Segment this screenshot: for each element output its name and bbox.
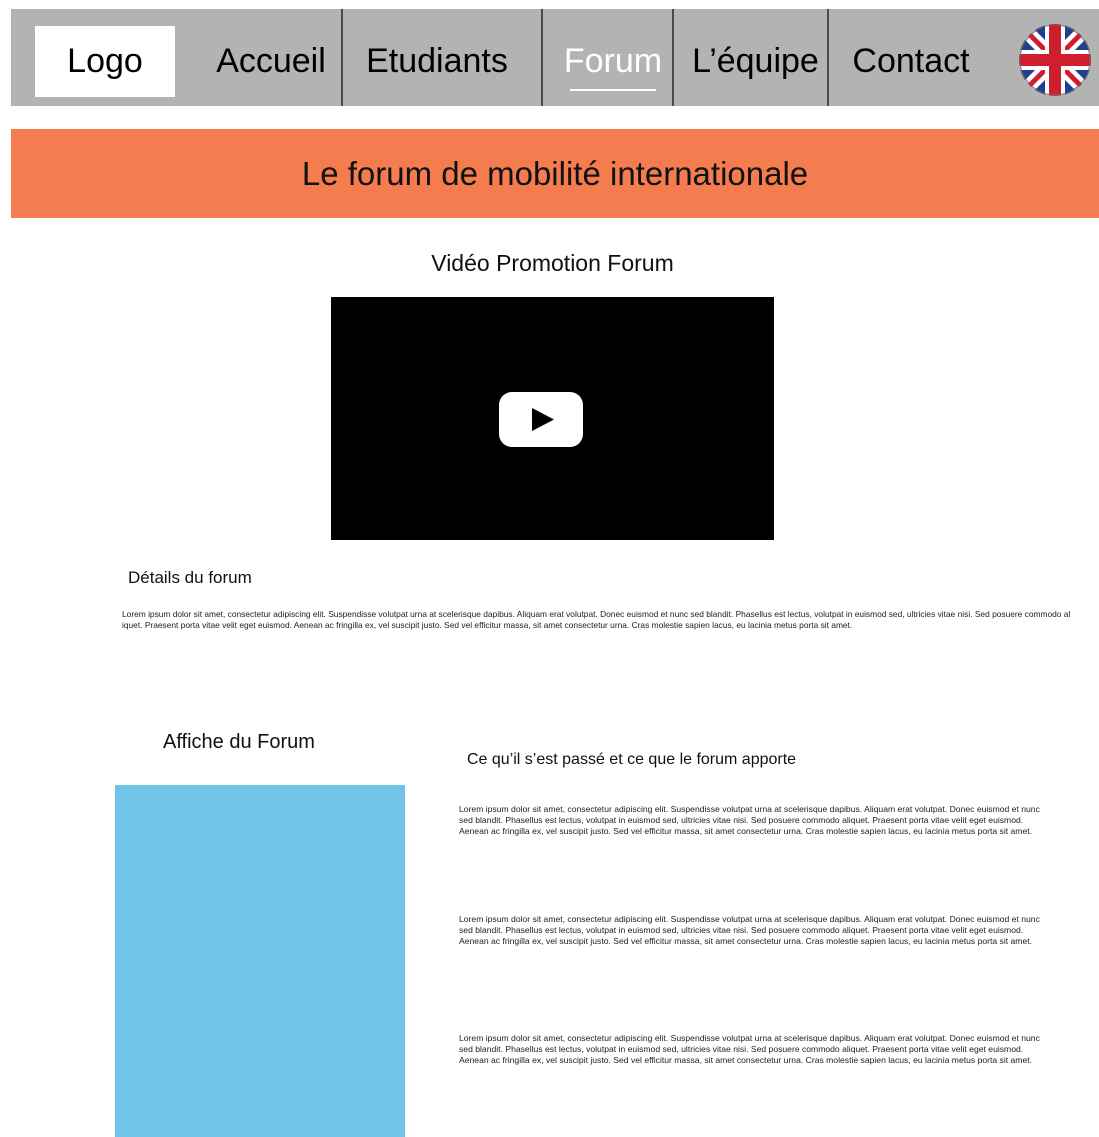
- top-navigation: Logo Accueil Etudiants Forum L’équipe Co…: [11, 9, 1099, 106]
- nav-divider: [672, 9, 674, 106]
- details-text: Lorem ipsum dolor sit amet, consectetur …: [122, 609, 1071, 630]
- page-banner: Le forum de mobilité internationale: [11, 129, 1099, 218]
- poster-heading: Affiche du Forum: [163, 731, 315, 753]
- play-icon[interactable]: [499, 392, 583, 447]
- logo[interactable]: Logo: [35, 26, 175, 97]
- nav-item-accueil[interactable]: Accueil: [211, 9, 331, 106]
- recap-heading: Ce qu’il s’est passé et ce que le forum …: [467, 751, 797, 768]
- nav-item-etudiants[interactable]: Etudiants: [351, 9, 523, 106]
- nav-divider: [827, 9, 829, 106]
- recap-paragraph: Lorem ipsum dolor sit amet, consectetur …: [459, 804, 1040, 837]
- nav-divider: [541, 9, 543, 106]
- nav-item-equipe[interactable]: L’équipe: [683, 9, 828, 106]
- video-player[interactable]: [331, 297, 774, 540]
- video-title: Vidéo Promotion Forum: [431, 250, 674, 276]
- recap-paragraph: Lorem ipsum dolor sit amet, consectetur …: [459, 914, 1040, 947]
- uk-flag-icon[interactable]: [1019, 24, 1091, 96]
- nav-item-contact[interactable]: Contact: [836, 9, 986, 106]
- page-title: Le forum de mobilité internationale: [301, 155, 809, 192]
- recap-paragraph: Lorem ipsum dolor sit amet, consectetur …: [459, 1033, 1040, 1066]
- nav-divider: [341, 9, 343, 106]
- nav-item-forum[interactable]: Forum: [556, 9, 670, 106]
- forum-poster: [115, 785, 405, 1137]
- active-nav-underline: [570, 89, 656, 91]
- details-heading: Détails du forum: [128, 568, 252, 587]
